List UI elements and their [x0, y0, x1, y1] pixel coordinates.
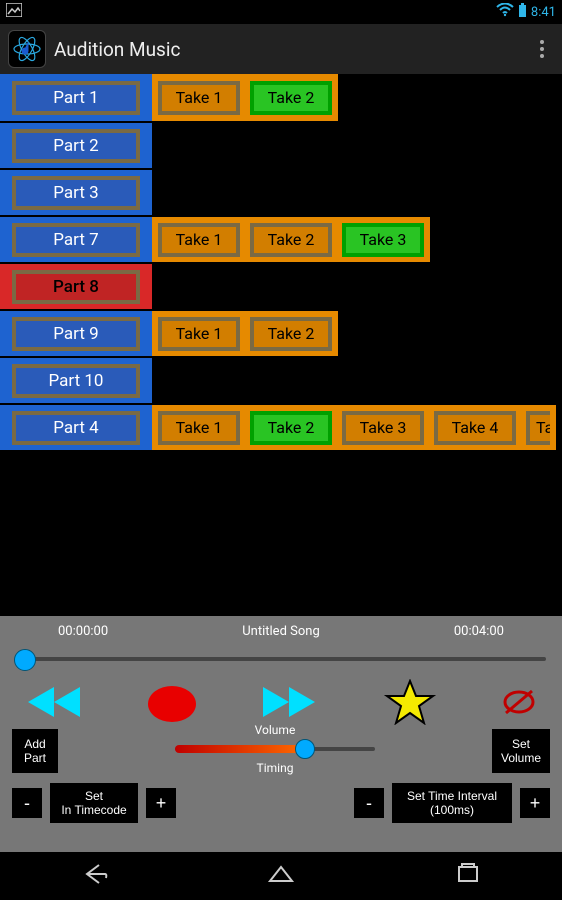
record-button[interactable] — [148, 686, 196, 722]
nav-bar — [0, 852, 562, 900]
takes-cell: Take 1 Take 2 — [152, 74, 338, 121]
interval-minus-button[interactable]: - — [354, 788, 384, 818]
part-cell: Part 1 — [0, 74, 152, 121]
take-button[interactable]: Take 1 — [158, 81, 240, 115]
take-button[interactable]: Take 2 — [250, 81, 332, 115]
part-row: Part 10 — [0, 356, 562, 403]
add-part-button[interactable]: Add Part — [12, 729, 58, 773]
app-icon — [8, 30, 46, 68]
interval-plus-button[interactable]: + — [520, 788, 550, 818]
part-button[interactable]: Part 10 — [12, 364, 140, 398]
app-title: Audition Music — [54, 38, 530, 61]
timing-label: Timing — [257, 761, 294, 775]
clock-text: 8:41 — [531, 5, 556, 20]
take-button[interactable]: Take 1 — [158, 317, 240, 351]
part-button[interactable]: Part 7 — [12, 223, 140, 257]
recent-nav-icon[interactable] — [453, 859, 483, 893]
star-button[interactable] — [383, 679, 437, 729]
part-button[interactable]: Part 3 — [12, 176, 140, 210]
part-row: Part 9 Take 1 Take 2 — [0, 309, 562, 356]
timecode-minus-button[interactable]: - — [12, 788, 42, 818]
status-bar: 8:41 — [0, 0, 562, 24]
volume-slider[interactable] — [175, 739, 375, 759]
part-button[interactable]: Part 4 — [12, 411, 140, 445]
take-button[interactable]: Ta — [526, 411, 550, 445]
back-nav-icon[interactable] — [79, 859, 109, 893]
take-button[interactable]: Take 1 — [158, 411, 240, 445]
part-cell: Part 9 — [0, 311, 152, 356]
fast-forward-button[interactable] — [261, 685, 317, 723]
take-button[interactable]: Take 3 — [342, 223, 424, 257]
wifi-icon — [496, 3, 514, 21]
volume-label: Volume — [255, 723, 296, 737]
home-nav-icon[interactable] — [266, 859, 296, 893]
part-row: Part 2 — [0, 121, 562, 168]
part-row: Part 4 Take 1 Take 2 Take 3 Take 4 Ta — [0, 403, 562, 450]
time-end: 00:04:00 — [454, 624, 504, 639]
take-button[interactable]: Take 4 — [434, 411, 516, 445]
parts-list: Part 1 Take 1 Take 2 Part 2 Part 3 Part 7 Take… — [0, 74, 562, 450]
take-button[interactable]: Take 2 — [250, 223, 332, 257]
song-title: Untitled Song — [108, 624, 454, 639]
takes-cell: Take 1 Take 2 Take 3 — [152, 217, 430, 262]
disable-icon[interactable] — [502, 687, 536, 721]
part-cell: Part 4 — [0, 405, 152, 450]
transport-panel: 00:00:00 Untitled Song 00:04:00 Add Par — [0, 616, 562, 852]
set-volume-button[interactable]: Set Volume — [492, 729, 550, 773]
part-cell: Part 2 — [0, 123, 152, 168]
part-cell: Part 3 — [0, 170, 152, 215]
take-button[interactable]: Take 3 — [342, 411, 424, 445]
part-button[interactable]: Part 9 — [12, 317, 140, 351]
set-in-timecode-button[interactable]: Set In Timecode — [50, 783, 138, 823]
takes-cell: Take 1 Take 2 — [152, 311, 338, 356]
part-row: Part 3 — [0, 168, 562, 215]
seek-slider[interactable] — [6, 645, 556, 673]
part-button[interactable]: Part 2 — [12, 129, 140, 163]
time-start: 00:00:00 — [58, 624, 108, 639]
battery-icon — [518, 3, 527, 22]
part-row: Part 8 — [0, 262, 562, 309]
part-cell: Part 10 — [0, 358, 152, 403]
timecode-plus-button[interactable]: + — [146, 788, 176, 818]
take-button[interactable]: Take 1 — [158, 223, 240, 257]
part-cell: Part 8 — [0, 264, 152, 309]
rewind-button[interactable] — [26, 685, 82, 723]
take-button[interactable]: Take 2 — [250, 317, 332, 351]
action-bar: Audition Music — [0, 24, 562, 74]
part-row: Part 1 Take 1 Take 2 — [0, 74, 562, 121]
part-cell: Part 7 — [0, 217, 152, 262]
take-button[interactable]: Take 2 — [250, 411, 332, 445]
picture-icon — [6, 3, 22, 21]
part-button[interactable]: Part 1 — [12, 81, 140, 115]
part-row: Part 7 Take 1 Take 2 Take 3 — [0, 215, 562, 262]
takes-cell: Take 1 Take 2 Take 3 Take 4 Ta — [152, 405, 556, 450]
set-interval-button[interactable]: Set Time Interval (100ms) — [392, 783, 512, 823]
part-button[interactable]: Part 8 — [12, 270, 140, 304]
menu-overflow-icon[interactable] — [530, 40, 554, 58]
